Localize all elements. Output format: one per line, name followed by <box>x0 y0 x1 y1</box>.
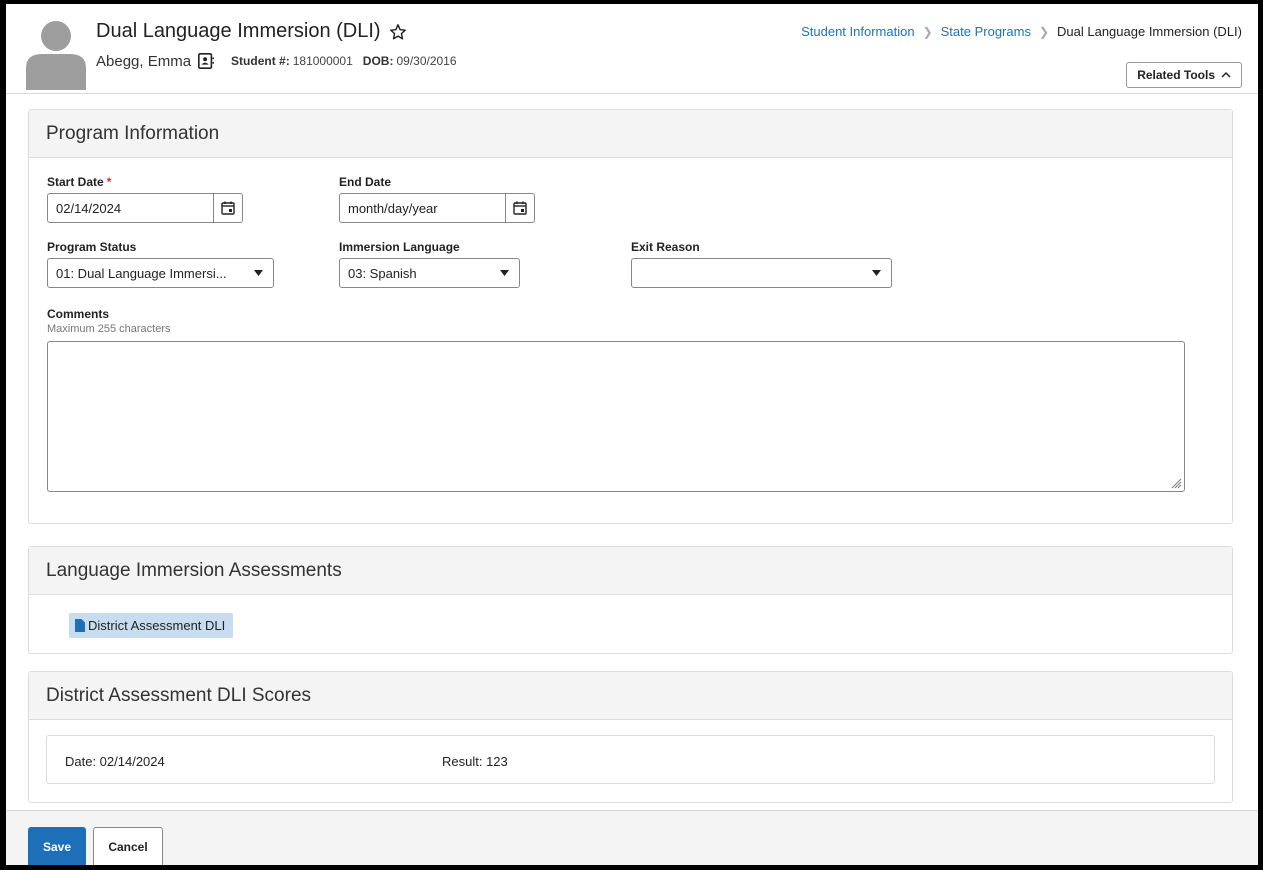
page-header: Dual Language Immersion (DLI) Abegg, Emm… <box>6 4 1258 94</box>
page-title: Dual Language Immersion (DLI) <box>96 20 381 42</box>
contact-card-icon[interactable] <box>197 52 215 70</box>
end-date-label: End Date <box>339 175 392 189</box>
start-date-value: 02/14/2024 <box>56 200 122 216</box>
assessment-item-label: District Assessment DLI <box>88 618 226 633</box>
chevron-right-icon: ❯ <box>922 24 933 39</box>
language-immersion-assessments-panel: Language Immersion Assessments District … <box>28 546 1233 654</box>
related-tools-label: Related Tools <box>1137 68 1215 82</box>
start-date-input[interactable]: 02/14/2024 <box>47 193 243 223</box>
title-row: Dual Language Immersion (DLI) <box>96 20 407 43</box>
start-date-label-text: Start Date <box>47 175 104 189</box>
required-marker: * <box>106 175 112 189</box>
comments-textarea[interactable] <box>47 341 1185 492</box>
dob-label: DOB: <box>362 54 394 68</box>
related-tools-button[interactable]: Related Tools <box>1126 62 1242 88</box>
exit-reason-select[interactable] <box>631 258 892 288</box>
caret-down-icon <box>500 270 509 276</box>
student-summary: Abegg, Emma Student #: 181000001 DOB: 09… <box>96 52 457 70</box>
score-result: Result: 123 <box>442 754 508 769</box>
panel-title: District Assessment DLI Scores <box>29 672 1232 720</box>
avatar <box>26 21 86 90</box>
panel-title: Language Immersion Assessments <box>29 547 1232 595</box>
end-date-placeholder: month/day/year <box>348 200 438 216</box>
main-content: Program Information Start Date * 02/14/20… <box>6 95 1258 810</box>
breadcrumb-state-programs[interactable]: State Programs <box>941 24 1031 39</box>
assessment-item[interactable]: District Assessment DLI <box>69 613 234 638</box>
program-status-value: 01: Dual Language Immersi... <box>56 265 227 281</box>
program-status-select[interactable]: 01: Dual Language Immersi... <box>47 258 274 288</box>
chevron-right-icon: ❯ <box>1038 24 1050 39</box>
district-assessment-scores-panel: District Assessment DLI Scores Date: 02/… <box>28 671 1233 803</box>
calendar-icon[interactable] <box>220 200 236 216</box>
action-bar: Save Cancel <box>6 810 1258 865</box>
input-divider <box>505 194 506 222</box>
app-window: Dual Language Immersion (DLI) Abegg, Emm… <box>6 4 1258 865</box>
star-icon[interactable] <box>389 23 407 41</box>
end-date-input[interactable]: month/day/year <box>339 193 535 223</box>
panel-title: Program Information <box>29 110 1232 158</box>
cancel-button[interactable]: Cancel <box>93 827 163 865</box>
comments-label: Comments <box>47 307 110 321</box>
student-number: 181000001 <box>292 54 353 68</box>
dob-value: 09/30/2016 <box>396 54 457 68</box>
program-information-panel: Program Information Start Date * 02/14/20… <box>28 109 1233 524</box>
caret-down-icon <box>872 270 881 276</box>
breadcrumb-current: Dual Language Immersion (DLI) <box>1057 24 1242 39</box>
save-button[interactable]: Save <box>28 827 86 865</box>
breadcrumb-student-information[interactable]: Student Information <box>801 24 914 39</box>
immersion-language-value: 03: Spanish <box>348 265 417 281</box>
caret-down-icon <box>254 270 263 276</box>
student-number-label: Student #: <box>231 54 290 68</box>
input-divider <box>213 194 214 222</box>
resize-grip-icon[interactable] <box>1170 477 1182 489</box>
chevron-up-icon <box>1221 71 1231 78</box>
breadcrumb: Student Information ❯ State Programs ❯ D… <box>801 24 1242 39</box>
score-record: Date: 02/14/2024 Result: 123 <box>46 735 1215 784</box>
immersion-language-label: Immersion Language <box>339 240 460 254</box>
program-status-label: Program Status <box>47 240 137 254</box>
calendar-icon[interactable] <box>512 200 528 216</box>
comments-hint: Maximum 255 characters <box>47 323 171 335</box>
start-date-label: Start Date * <box>47 175 111 189</box>
exit-reason-label: Exit Reason <box>631 240 700 254</box>
immersion-language-select[interactable]: 03: Spanish <box>339 258 520 288</box>
student-name: Abegg, Emma <box>96 52 192 70</box>
score-date: Date: 02/14/2024 <box>65 754 165 769</box>
document-icon <box>75 619 85 632</box>
